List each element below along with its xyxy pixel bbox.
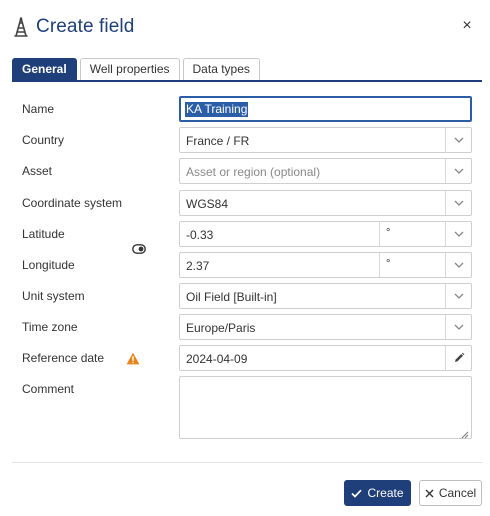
tab-data-types[interactable]: Data types: [182, 58, 260, 80]
dialog-header: Create field ×: [12, 14, 480, 40]
form-row-time-zone: Time zone Europe/Paris: [22, 314, 472, 340]
latitude-unit: °: [386, 227, 391, 239]
chevron-down-icon[interactable]: [445, 284, 471, 308]
chevron-down-icon[interactable]: [445, 222, 471, 246]
reference-date-label: Reference date: [22, 351, 105, 365]
comment-textarea[interactable]: [179, 376, 472, 439]
asset-placeholder: Asset or region (optional): [186, 165, 321, 179]
chevron-down-icon[interactable]: [445, 159, 471, 183]
pencil-icon[interactable]: [445, 346, 471, 370]
longitude-label: Longitude: [22, 258, 75, 272]
cancel-button-label: Cancel: [438, 486, 477, 500]
unit-system-select[interactable]: Oil Field [Built-in]: [179, 283, 472, 309]
longitude-unit: °: [386, 258, 391, 270]
longitude-input[interactable]: 2.37: [180, 253, 380, 277]
time-zone-value: Europe/Paris: [186, 321, 256, 335]
name-input-value: KA Training: [185, 102, 249, 117]
create-button[interactable]: Create: [344, 480, 411, 506]
form-row-longitude: Longitude 2.37 °: [22, 252, 472, 278]
name-label: Name: [22, 102, 55, 116]
resize-grip-icon[interactable]: [461, 428, 469, 439]
form-row-name: Name KA Training: [22, 96, 472, 122]
chevron-down-icon[interactable]: [445, 191, 471, 215]
tab-general[interactable]: General: [12, 58, 77, 80]
form-row-latitude: Latitude -0.33 °: [22, 221, 472, 247]
unit-system-value: Oil Field [Built-in]: [186, 290, 277, 304]
coordinate-system-select[interactable]: WGS84: [179, 190, 472, 216]
latitude-input[interactable]: -0.33: [180, 222, 380, 246]
form-row-reference-date: Reference date 2024-04-09: [22, 345, 472, 371]
create-button-label: Create: [367, 486, 404, 500]
longitude-value: 2.37: [186, 259, 210, 273]
checkmark-icon: [351, 489, 363, 498]
name-input[interactable]: KA Training: [179, 96, 472, 122]
close-icon[interactable]: ×: [460, 17, 474, 35]
country-select[interactable]: France / FR: [179, 127, 472, 153]
time-zone-label: Time zone: [22, 320, 78, 334]
chevron-down-icon[interactable]: [445, 253, 471, 277]
create-field-dialog: Create field × General Well properties D…: [0, 0, 490, 516]
asset-select[interactable]: Asset or region (optional): [179, 158, 472, 184]
footer-divider: [12, 462, 482, 463]
reference-date-value: 2024-04-09: [186, 352, 248, 366]
reference-date-input[interactable]: 2024-04-09: [179, 345, 472, 371]
unit-system-label: Unit system: [22, 289, 85, 303]
dialog-title: Create field: [36, 16, 135, 37]
form-row-coordinate-system: Coordinate system WGS84: [22, 190, 472, 216]
country-label: Country: [22, 133, 65, 147]
longitude-field: 2.37 °: [179, 252, 472, 278]
form-row-country: Country France / FR: [22, 127, 472, 153]
coordinate-system-value: WGS84: [186, 197, 229, 211]
latitude-label: Latitude: [22, 227, 65, 241]
warning-icon: [126, 352, 140, 365]
time-zone-select[interactable]: Europe/Paris: [179, 314, 472, 340]
chevron-down-icon[interactable]: [445, 128, 471, 152]
latitude-field: -0.33 °: [179, 221, 472, 247]
comment-label: Comment: [22, 382, 75, 396]
form-row-unit-system: Unit system Oil Field [Built-in]: [22, 283, 472, 309]
oil-derrick-icon: [12, 16, 30, 38]
tab-well-properties[interactable]: Well properties: [79, 58, 180, 80]
latitude-value: -0.33: [186, 228, 214, 242]
tab-bar: General Well properties Data types: [12, 58, 482, 82]
chevron-down-icon[interactable]: [445, 315, 471, 339]
coordinate-system-label: Coordinate system: [22, 196, 123, 210]
form-row-asset: Asset Asset or region (optional): [22, 158, 472, 184]
cancel-button[interactable]: Cancel: [419, 480, 482, 506]
close-icon: [425, 489, 434, 498]
country-value: France / FR: [186, 134, 250, 148]
asset-label: Asset: [22, 164, 53, 178]
